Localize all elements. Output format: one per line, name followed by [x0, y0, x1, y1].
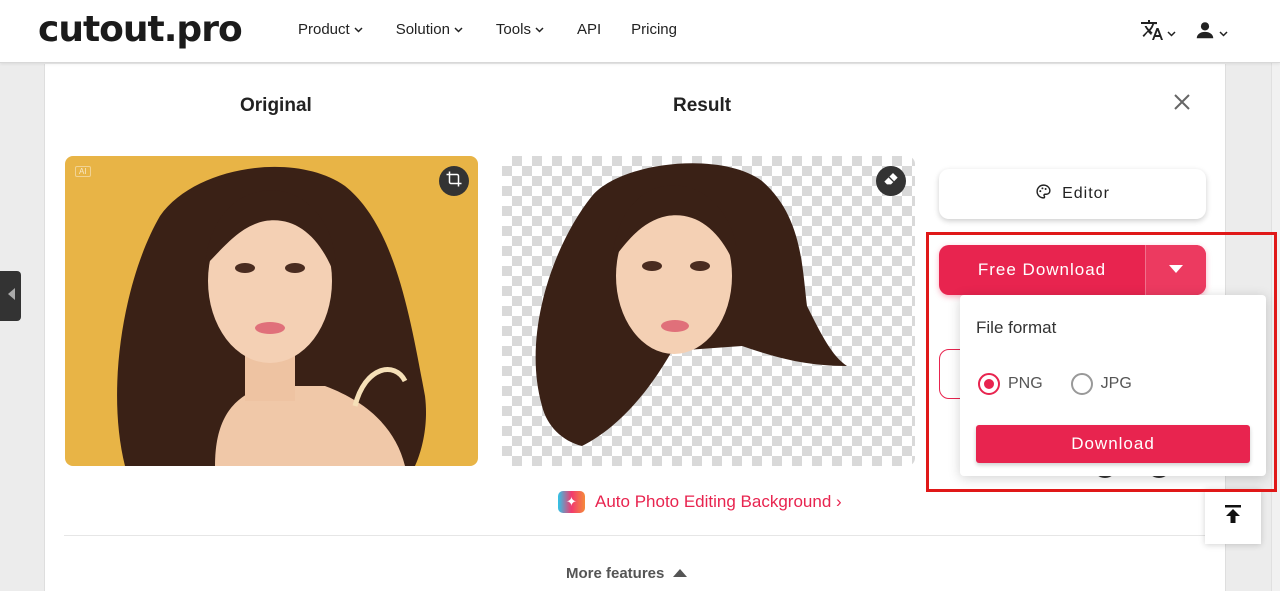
- user-icon: [1194, 19, 1216, 46]
- crop-button[interactable]: [439, 166, 469, 196]
- free-download-split-button: Free Download: [939, 245, 1206, 295]
- jpg-label: JPG: [1100, 375, 1132, 392]
- ai-badge: AI: [75, 166, 91, 177]
- language-switcher[interactable]: [1140, 18, 1176, 47]
- file-format-title: File format: [976, 318, 1057, 337]
- free-download-button[interactable]: Free Download: [939, 245, 1146, 295]
- png-radio[interactable]: [978, 373, 1000, 395]
- download-options-toggle[interactable]: [1146, 245, 1206, 295]
- png-label: PNG: [1008, 375, 1043, 392]
- nav-product-label: Product: [298, 21, 350, 38]
- section-divider: [64, 535, 1206, 536]
- nav-api-label: API: [576, 21, 602, 38]
- chevron-down-icon: [1219, 24, 1228, 42]
- caret-down-icon: [1168, 261, 1184, 279]
- header-actions: [1140, 18, 1228, 47]
- top-header: cutout.pro Product Solution Tools API Pr…: [0, 0, 1280, 63]
- crop-icon: [445, 170, 463, 193]
- nav-tools[interactable]: Tools: [496, 21, 544, 38]
- arrow-up-to-line-icon: [1224, 504, 1242, 529]
- eraser-icon: [883, 171, 899, 192]
- result-image: [502, 156, 915, 466]
- auto-photo-editing-link[interactable]: ✦ Auto Photo Editing Background ›: [558, 491, 842, 513]
- page-scrollbar[interactable]: [1271, 0, 1280, 591]
- file-format-dropdown: File format PNG JPG Download: [960, 295, 1266, 476]
- chevron-down-icon: [454, 26, 463, 33]
- translate-icon: [1140, 18, 1164, 47]
- side-collapse-tab[interactable]: [0, 271, 21, 321]
- back-to-top-button[interactable]: [1205, 489, 1261, 544]
- cutout-logo[interactable]: cutout.pro: [38, 9, 243, 50]
- nav-tools-label: Tools: [495, 21, 531, 38]
- chevron-down-icon: [535, 26, 544, 33]
- portrait-result-illustration: [535, 163, 847, 447]
- caret-up-icon: [672, 565, 688, 582]
- result-title: Result: [673, 95, 732, 116]
- jpg-option[interactable]: JPG: [1070, 373, 1132, 395]
- download-button[interactable]: Download: [976, 425, 1250, 463]
- close-icon[interactable]: [1172, 92, 1192, 112]
- nav-product[interactable]: Product: [298, 21, 363, 38]
- original-title: Original: [240, 95, 312, 116]
- png-option[interactable]: PNG: [978, 373, 1043, 395]
- more-features-label: More features: [566, 565, 665, 582]
- account-menu[interactable]: [1194, 19, 1228, 46]
- original-image: AI: [65, 156, 478, 466]
- chevron-down-icon: [1167, 24, 1176, 42]
- chevron-down-icon: [354, 26, 363, 33]
- magic-edit-icon: ✦: [558, 491, 585, 513]
- caret-left-icon: [6, 287, 16, 306]
- main-nav: Product Solution Tools API Pricing: [298, 21, 677, 38]
- more-features-toggle[interactable]: More features: [566, 565, 688, 582]
- nav-solution[interactable]: Solution: [396, 21, 463, 38]
- nav-solution-label: Solution: [395, 21, 450, 38]
- auto-photo-editing-label: Auto Photo Editing Background ›: [595, 492, 842, 511]
- editor-label: Editor: [1062, 185, 1110, 202]
- palette-icon: [1035, 183, 1052, 205]
- format-options: PNG JPG: [978, 373, 1132, 395]
- eraser-button[interactable]: [876, 166, 906, 196]
- nav-pricing-label: Pricing: [631, 21, 677, 38]
- nav-api[interactable]: API: [577, 21, 601, 38]
- nav-pricing[interactable]: Pricing: [631, 21, 677, 38]
- editor-button[interactable]: Editor: [939, 169, 1206, 219]
- jpg-radio[interactable]: [1070, 373, 1093, 395]
- portrait-original-illustration: [117, 166, 427, 466]
